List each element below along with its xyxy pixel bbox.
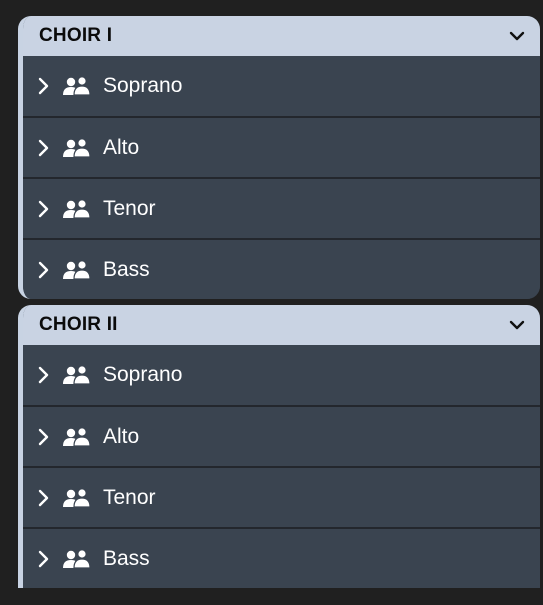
chevron-right-icon[interactable] [37,199,51,219]
group-title: CHOIR II [39,314,118,335]
group-choir-ii: CHOIR II Soprano Alto Tenor Bass [18,305,540,588]
people-icon [61,198,93,219]
player-row-bass[interactable]: Bass [23,238,540,299]
player-row-tenor[interactable]: Tenor [23,177,540,238]
player-groups-panel: CHOIR I Soprano Alto Tenor Bass CHOIR II… [18,16,540,588]
chevron-right-icon[interactable] [37,138,51,158]
group-header-choir-i[interactable]: CHOIR I [23,16,540,56]
player-name: Bass [103,257,150,281]
group-rows: Soprano Alto Tenor Bass [23,56,540,299]
chevron-right-icon[interactable] [37,488,51,508]
chevron-down-icon[interactable] [508,27,526,45]
player-row-bass[interactable]: Bass [23,527,540,588]
player-name: Bass [103,546,150,570]
player-name: Alto [103,135,140,159]
player-row-alto[interactable]: Alto [23,116,540,177]
group-title: CHOIR I [39,25,113,46]
player-name: Tenor [103,196,156,220]
player-row-alto[interactable]: Alto [23,405,540,466]
player-name: Alto [103,424,140,448]
people-icon [61,365,93,385]
chevron-right-icon[interactable] [37,365,51,385]
player-row-tenor[interactable]: Tenor [23,466,540,527]
player-name: Tenor [103,485,156,509]
group-header-choir-ii[interactable]: CHOIR II [23,305,540,345]
player-row-soprano[interactable]: Soprano [23,345,540,405]
group-rows: Soprano Alto Tenor Bass [23,345,540,588]
player-name: Soprano [103,363,183,386]
chevron-down-icon[interactable] [508,316,526,334]
group-choir-i: CHOIR I Soprano Alto Tenor Bass [18,16,540,299]
people-icon [61,548,93,569]
people-icon [61,137,93,158]
player-name: Soprano [103,74,183,97]
people-icon [61,76,93,96]
chevron-right-icon[interactable] [37,427,51,447]
people-icon [61,426,93,447]
player-row-soprano[interactable]: Soprano [23,56,540,116]
people-icon [61,487,93,508]
people-icon [61,259,93,280]
chevron-right-icon[interactable] [37,76,51,96]
chevron-right-icon[interactable] [37,549,51,569]
chevron-right-icon[interactable] [37,260,51,280]
